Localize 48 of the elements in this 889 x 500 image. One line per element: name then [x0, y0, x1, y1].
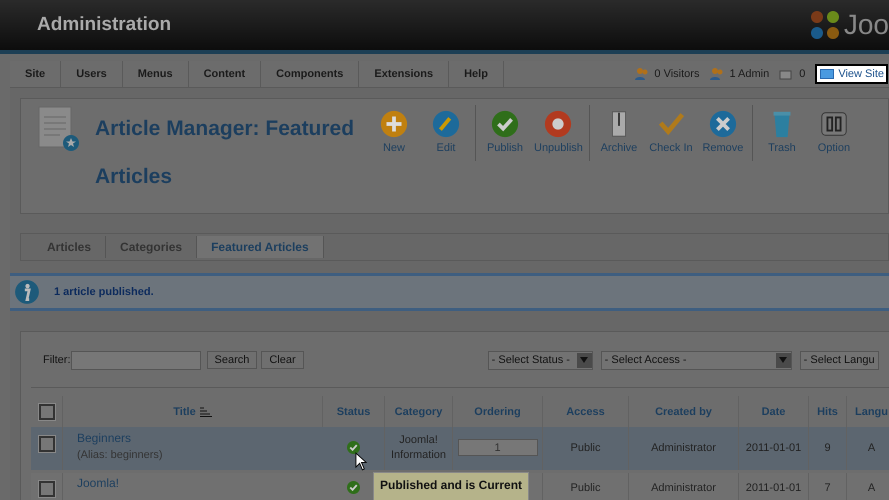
table-cell-text: 2011-01-01 — [746, 481, 802, 496]
table-cell-text: Joomla! Information — [390, 433, 448, 463]
toolbar-button[interactable]: Unpublish — [531, 105, 586, 161]
toolbar-button[interactable]: New — [368, 105, 420, 161]
table-cell-text: Public — [570, 481, 600, 496]
message-text: 1 article published. — [54, 286, 154, 298]
menu-item[interactable]: Extensions — [359, 61, 450, 87]
alias-text: (Alias: beginners) — [77, 449, 164, 461]
table-cell-text: 7 — [824, 481, 831, 496]
toolbar-button[interactable]: Remove — [696, 105, 749, 161]
table-cell-text: Administrator — [651, 441, 716, 456]
filter-button[interactable]: Search — [206, 351, 258, 369]
table-cell-text: A — [868, 441, 876, 456]
table-cell-text: 9 — [824, 441, 831, 456]
menu-item[interactable]: Components — [261, 61, 360, 87]
logo-text: Joo — [844, 9, 889, 41]
menu-item[interactable]: Menus — [122, 61, 189, 87]
menu-item[interactable]: Content — [188, 61, 262, 87]
table-cell-text: Public — [570, 441, 600, 456]
status-item: 1 Admin — [709, 67, 770, 81]
subnav-tab[interactable]: Featured Articles — [197, 236, 324, 258]
filter-button[interactable]: Clear — [261, 351, 304, 369]
menu-item[interactable]: Site — [10, 61, 62, 87]
select-dropdown[interactable]: - Select Access - — [600, 350, 792, 370]
toolbar-button[interactable]: Option — [808, 105, 860, 161]
tooltip: Published and is Current — [373, 472, 530, 500]
select-dropdown[interactable]: - Select Status - — [488, 350, 593, 370]
select-dropdown[interactable]: - Select Langu — [800, 350, 879, 370]
menu-item[interactable]: Help — [449, 61, 504, 87]
table-cell-text: Administrator — [651, 481, 716, 496]
ordering-field[interactable]: 1 — [458, 439, 538, 456]
page-title: Article Manager: Featured Articles — [95, 116, 356, 190]
toolbar-button[interactable]: Archive — [592, 105, 645, 161]
status-item: 0 — [779, 67, 806, 81]
view-site-link[interactable]: View Site — [815, 64, 888, 84]
article-title-link[interactable]: Beginners — [77, 431, 323, 445]
toolbar-button[interactable]: Edit — [420, 105, 472, 161]
toolbar-button[interactable]: Check In — [644, 105, 697, 161]
menu-item[interactable]: Users — [61, 61, 123, 87]
admin-title: Administration — [37, 14, 172, 36]
table-row[interactable]: Beginners (Alias: beginners) Joomla! Information 1 Public Administrator 2011-01-01 9 A — [31, 427, 889, 470]
article-title-link[interactable]: Joomla! — [77, 476, 323, 490]
table-cell-text: 2011-01-01 — [746, 441, 802, 456]
status-item: 0 Visitors — [634, 67, 700, 81]
toolbar-button[interactable]: Publish — [479, 105, 531, 161]
filter-label: Filter: — [43, 354, 70, 366]
toolbar-button[interactable]: Trash — [756, 105, 808, 161]
table-cell-text: A — [868, 481, 876, 496]
